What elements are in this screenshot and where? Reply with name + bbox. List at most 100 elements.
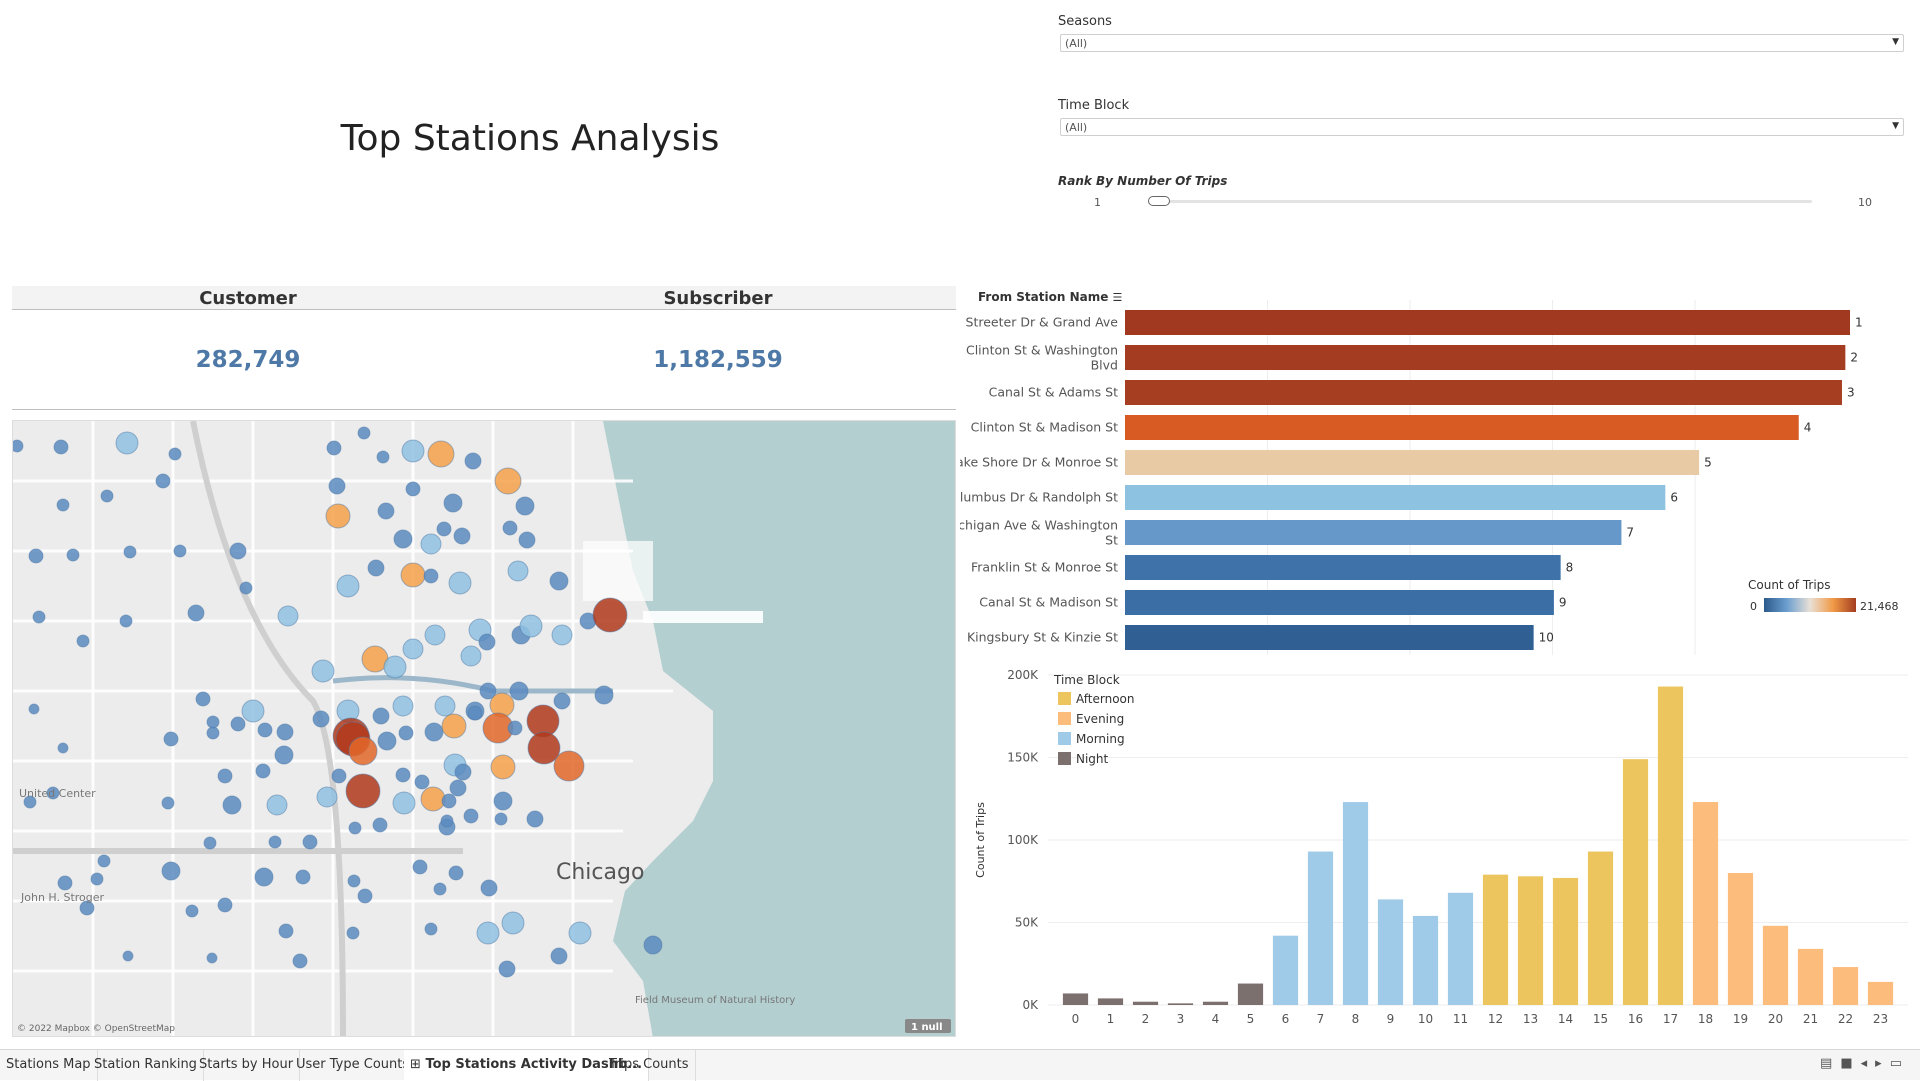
station-marker[interactable] [161, 796, 175, 810]
station-marker[interactable] [331, 768, 347, 784]
hour-bar[interactable] [1272, 935, 1299, 1005]
station-marker[interactable] [206, 715, 220, 729]
hour-bar[interactable] [1412, 915, 1439, 1005]
station-marker[interactable] [507, 560, 529, 582]
station-marker[interactable] [551, 624, 573, 646]
station-marker[interactable] [441, 793, 457, 809]
prev-sheet-icon[interactable]: ◂ [1861, 1056, 1876, 1071]
station-marker[interactable] [377, 502, 395, 520]
station-marker[interactable] [357, 888, 373, 904]
station-marker[interactable] [568, 921, 592, 945]
station-marker[interactable] [276, 723, 294, 741]
station-marker[interactable] [553, 750, 585, 782]
station-marker[interactable] [478, 633, 496, 651]
station-marker[interactable] [302, 834, 318, 850]
tab-navigation-controls[interactable]: ▤■◂▸▭ [1820, 1056, 1910, 1071]
station-marker[interactable] [383, 655, 407, 679]
station-marker[interactable] [518, 531, 536, 549]
station-marker[interactable] [549, 571, 569, 591]
station-marker[interactable] [443, 493, 463, 513]
hour-bar[interactable] [1587, 851, 1614, 1005]
station-marker[interactable] [423, 568, 439, 584]
rank-slider-track[interactable] [1148, 200, 1812, 203]
station-marker[interactable] [278, 923, 294, 939]
station-marker[interactable] [345, 773, 381, 809]
station-marker[interactable] [434, 695, 456, 717]
station-marker[interactable] [424, 922, 438, 936]
hour-bar[interactable] [1482, 874, 1509, 1005]
station-marker[interactable] [448, 571, 472, 595]
legend-label[interactable]: Evening [1076, 712, 1124, 726]
station-marker[interactable] [76, 634, 90, 648]
station-marker[interactable] [217, 768, 233, 784]
station-marker[interactable] [168, 447, 182, 461]
station-marker[interactable] [376, 450, 390, 464]
station-marker[interactable] [206, 726, 220, 740]
grid-view-icon[interactable]: ▤ [1820, 1056, 1840, 1071]
station-marker[interactable] [494, 812, 508, 826]
station-marker[interactable] [460, 645, 482, 667]
station-marker[interactable] [90, 872, 104, 886]
station-marker[interactable] [347, 874, 361, 888]
station-marker[interactable] [509, 681, 529, 701]
station-marker[interactable] [414, 774, 430, 790]
tab-trips-counts[interactable]: Trips Counts [603, 1050, 696, 1081]
station-marker[interactable] [372, 707, 390, 725]
hour-bar[interactable] [1657, 686, 1684, 1005]
hour-bar[interactable] [1447, 892, 1474, 1005]
chevron-down-icon[interactable]: ▼ [1892, 121, 1899, 131]
station-bar[interactable] [1125, 625, 1534, 650]
station-marker[interactable] [449, 779, 467, 797]
hour-bar[interactable] [1167, 1003, 1194, 1005]
station-marker[interactable] [424, 624, 446, 646]
station-marker[interactable] [100, 489, 114, 503]
trips-by-hour-chart[interactable]: 0K50K100K150K200KCount of Trips0 1 2 3 4 5 6 7 8… [960, 660, 1920, 1040]
hour-bar[interactable] [1377, 899, 1404, 1005]
station-marker[interactable] [392, 695, 414, 717]
hour-bar[interactable] [1762, 925, 1789, 1005]
station-marker[interactable] [312, 710, 330, 728]
station-marker[interactable] [57, 742, 69, 754]
station-marker[interactable] [53, 439, 69, 455]
station-marker[interactable] [97, 854, 111, 868]
station-marker[interactable] [433, 882, 447, 896]
station-marker[interactable] [490, 754, 516, 780]
station-marker[interactable] [515, 496, 535, 516]
station-marker[interactable] [222, 795, 242, 815]
station-marker[interactable] [519, 614, 543, 638]
station-marker[interactable] [346, 926, 360, 940]
station-marker[interactable] [501, 911, 525, 935]
station-marker[interactable] [336, 574, 360, 598]
tab-user-type-counts[interactable]: User Type Counts [290, 1050, 417, 1081]
station-marker[interactable] [66, 548, 80, 562]
station-marker[interactable] [292, 953, 308, 969]
station-marker[interactable] [392, 791, 416, 815]
station-marker[interactable] [498, 960, 516, 978]
station-marker[interactable] [230, 716, 246, 732]
station-marker[interactable] [348, 736, 378, 766]
legend-swatch[interactable] [1058, 692, 1071, 705]
station-marker[interactable] [367, 559, 385, 577]
station-marker[interactable] [502, 520, 518, 536]
tab-station-ranking[interactable]: Station Ranking [88, 1050, 204, 1081]
station-marker[interactable] [401, 439, 425, 463]
station-marker[interactable] [398, 725, 414, 741]
station-bar[interactable] [1125, 520, 1622, 545]
hour-bar[interactable] [1867, 981, 1894, 1005]
station-marker[interactable] [467, 705, 483, 721]
station-marker[interactable] [161, 861, 181, 881]
station-marker[interactable] [463, 808, 479, 824]
station-marker[interactable] [402, 638, 424, 660]
station-marker[interactable] [311, 659, 335, 683]
station-marker[interactable] [405, 481, 421, 497]
station-marker[interactable] [57, 875, 73, 891]
station-marker[interactable] [195, 691, 211, 707]
present-icon[interactable]: ▭ [1890, 1056, 1910, 1071]
station-marker[interactable] [441, 713, 467, 739]
station-marker[interactable] [13, 439, 24, 453]
station-marker[interactable] [420, 533, 442, 555]
station-marker[interactable] [325, 503, 351, 529]
station-marker[interactable] [377, 731, 397, 751]
station-marker[interactable] [395, 767, 411, 783]
station-marker[interactable] [268, 835, 282, 849]
